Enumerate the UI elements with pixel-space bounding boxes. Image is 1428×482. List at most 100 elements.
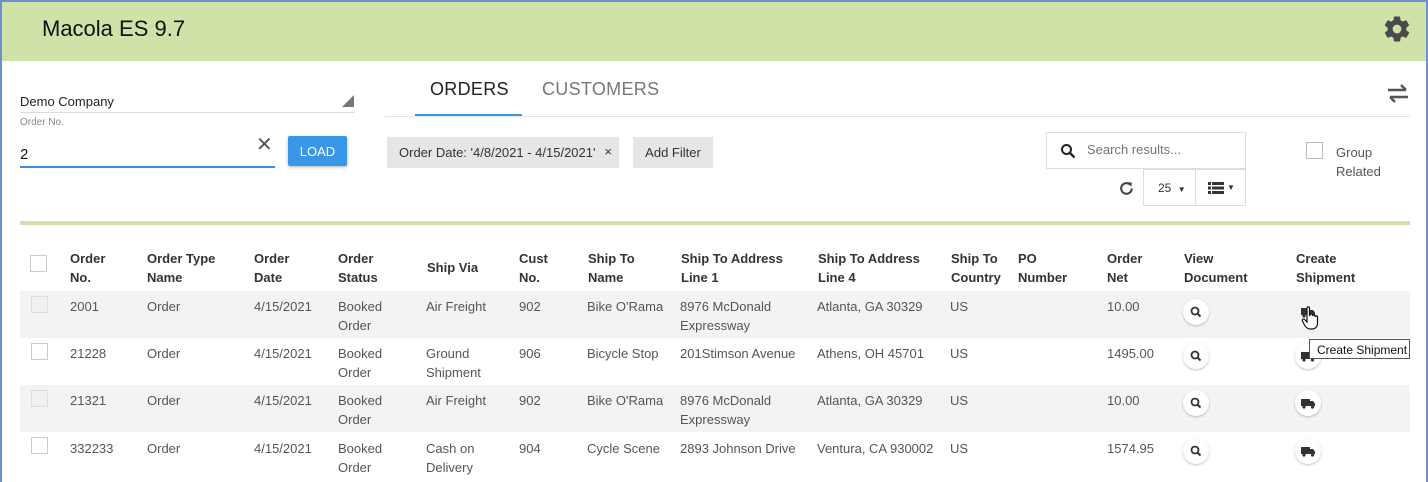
header-line: Ship To Address bbox=[818, 251, 920, 266]
cell-cust-no: 902 bbox=[519, 393, 541, 408]
header-order-net[interactable]: Order Net bbox=[1107, 249, 1142, 287]
header-line: Date bbox=[254, 270, 283, 285]
dropdown-triangle-icon[interactable] bbox=[342, 95, 354, 107]
filter-chip-label: Order Date: '4/8/2021 - 4/15/2021' bbox=[399, 145, 596, 160]
cell-ship-to-name: Cycle Scene bbox=[587, 441, 660, 456]
cell-cust-no: 906 bbox=[519, 346, 541, 361]
group-related-checkbox[interactable] bbox=[1306, 142, 1323, 159]
cell-country: US bbox=[950, 346, 969, 361]
search-box[interactable] bbox=[1046, 132, 1246, 169]
create-shipment-button[interactable] bbox=[1295, 390, 1321, 416]
header-address-line4[interactable]: Ship To Address Line 4 bbox=[818, 249, 920, 287]
header-order-date[interactable]: Order Date bbox=[254, 249, 289, 287]
hand-cursor-icon bbox=[1301, 306, 1319, 330]
header-order-status[interactable]: Order Status bbox=[338, 249, 378, 287]
row-checkbox[interactable] bbox=[31, 390, 48, 407]
magnifier-icon bbox=[1190, 445, 1202, 457]
chevron-down-icon: ▼ bbox=[1177, 185, 1186, 194]
header-create-shipment: Create Shipment bbox=[1296, 249, 1355, 287]
header-line: Number bbox=[1018, 270, 1068, 285]
header-ship-to-name[interactable]: Ship To Name bbox=[588, 249, 635, 287]
cell-line: Cash on bbox=[426, 441, 475, 456]
cell-order-status: Booked Order bbox=[338, 344, 382, 382]
header-line: Line 1 bbox=[681, 270, 719, 285]
swap-arrows-icon[interactable] bbox=[1385, 82, 1411, 104]
row-checkbox[interactable] bbox=[31, 437, 48, 454]
refresh-icon[interactable] bbox=[1118, 180, 1135, 197]
cell-order-status: Booked Order bbox=[338, 297, 382, 335]
header-cust-no[interactable]: Cust No. bbox=[519, 249, 548, 287]
cell-order-status: Booked Order bbox=[338, 391, 382, 429]
header-ship-to-country[interactable]: Ship To Country bbox=[951, 249, 1001, 287]
table-row[interactable]: 21321 Order 4/15/2021 Booked Order Air Fr… bbox=[20, 385, 1410, 432]
header-address-line1[interactable]: Ship To Address Line 1 bbox=[681, 249, 783, 287]
header-order-type[interactable]: Order Type Name bbox=[147, 249, 215, 287]
cell-ship-via: Ground Shipment bbox=[426, 344, 481, 382]
add-filter-button[interactable]: Add Filter bbox=[633, 137, 713, 168]
cell-order-date: 4/15/2021 bbox=[254, 346, 312, 361]
company-select[interactable]: Demo Company bbox=[20, 94, 114, 109]
view-document-button[interactable] bbox=[1183, 390, 1209, 416]
page-size-value: 25 bbox=[1158, 181, 1172, 195]
clear-icon[interactable]: ✕ bbox=[256, 134, 273, 156]
create-shipment-tooltip: Create Shipment bbox=[1309, 339, 1410, 359]
header-po-number[interactable]: PO Number bbox=[1018, 249, 1067, 287]
cell-cust-no: 902 bbox=[519, 299, 541, 314]
page-size-dropdown[interactable]: 25 ▼ bbox=[1143, 169, 1196, 206]
cell-order-net: 10.00 bbox=[1107, 299, 1140, 314]
tab-customers[interactable]: CUSTOMERS bbox=[542, 79, 659, 100]
cell-country: US bbox=[950, 393, 969, 408]
header-ship-via[interactable]: Ship Via bbox=[427, 258, 478, 277]
load-button[interactable]: LOAD bbox=[288, 136, 347, 166]
group-related-line2: Related bbox=[1336, 164, 1381, 179]
select-all-checkbox[interactable] bbox=[30, 255, 47, 272]
cell-line: 201Stimson Avenue bbox=[680, 346, 796, 361]
table-row[interactable]: 2001 Order 4/15/2021 Booked Order Air Fre… bbox=[20, 291, 1410, 338]
cell-line: Booked bbox=[338, 441, 383, 456]
filter-chip-order-date[interactable]: Order Date: '4/8/2021 - 4/15/2021' × bbox=[387, 137, 619, 168]
cell-order-date: 4/15/2021 bbox=[254, 441, 312, 456]
header-line: PO bbox=[1018, 251, 1037, 266]
view-document-button[interactable] bbox=[1183, 299, 1209, 325]
search-input[interactable] bbox=[1087, 142, 1237, 157]
view-document-button[interactable] bbox=[1183, 438, 1209, 464]
row-checkbox[interactable] bbox=[31, 296, 48, 313]
cell-address-line1: 8976 McDonald Expressway bbox=[680, 391, 771, 429]
cell-line: Delivery bbox=[426, 460, 473, 475]
group-related-line1: Group bbox=[1336, 145, 1373, 160]
tab-orders[interactable]: ORDERS bbox=[430, 79, 509, 100]
cell-order-no: 21321 bbox=[70, 393, 107, 408]
cell-address-line1: 8976 McDonald Expressway bbox=[680, 297, 771, 335]
cell-line: Order bbox=[338, 460, 372, 475]
search-icon bbox=[1061, 144, 1076, 159]
table-row[interactable]: 21228 Order 4/15/2021 Booked Order Ground… bbox=[20, 338, 1410, 385]
remove-filter-icon[interactable]: × bbox=[604, 144, 612, 159]
cell-country: US bbox=[950, 441, 969, 456]
app-header: Macola ES 9.7 bbox=[2, 2, 1426, 61]
cell-line: Ground bbox=[426, 346, 470, 361]
header-line: Order bbox=[254, 251, 290, 266]
cell-ship-to-name: Bike O'Rama bbox=[587, 393, 664, 408]
cell-order-type: Order bbox=[147, 346, 181, 361]
table-row[interactable]: 332233 Order 4/15/2021 Booked Order Cash … bbox=[20, 433, 1410, 480]
header-line: Order Type bbox=[147, 251, 216, 266]
cell-address-line1: 2893 Johnson Drive bbox=[680, 439, 796, 458]
header-order-no[interactable]: Order No. bbox=[70, 249, 105, 287]
truck-icon bbox=[1301, 399, 1315, 409]
header-line: No. bbox=[519, 270, 540, 285]
create-shipment-button[interactable] bbox=[1295, 438, 1321, 464]
company-underline bbox=[20, 112, 355, 113]
header-line: Create bbox=[1296, 251, 1337, 266]
cell-line: Booked bbox=[338, 393, 383, 408]
row-checkbox[interactable] bbox=[31, 343, 48, 360]
order-no-input[interactable] bbox=[20, 138, 275, 168]
header-line: Net bbox=[1107, 270, 1128, 285]
view-mode-dropdown[interactable]: ▼ bbox=[1195, 169, 1246, 206]
cell-order-net: 1495.00 bbox=[1107, 346, 1154, 361]
header-line: Shipment bbox=[1296, 270, 1356, 285]
gear-icon[interactable] bbox=[1382, 14, 1412, 44]
cell-ship-to-name: Bike O'Rama bbox=[587, 299, 664, 314]
order-no-label: Order No. bbox=[20, 117, 64, 128]
view-document-button[interactable] bbox=[1183, 343, 1209, 369]
header-line: Document bbox=[1184, 270, 1248, 285]
